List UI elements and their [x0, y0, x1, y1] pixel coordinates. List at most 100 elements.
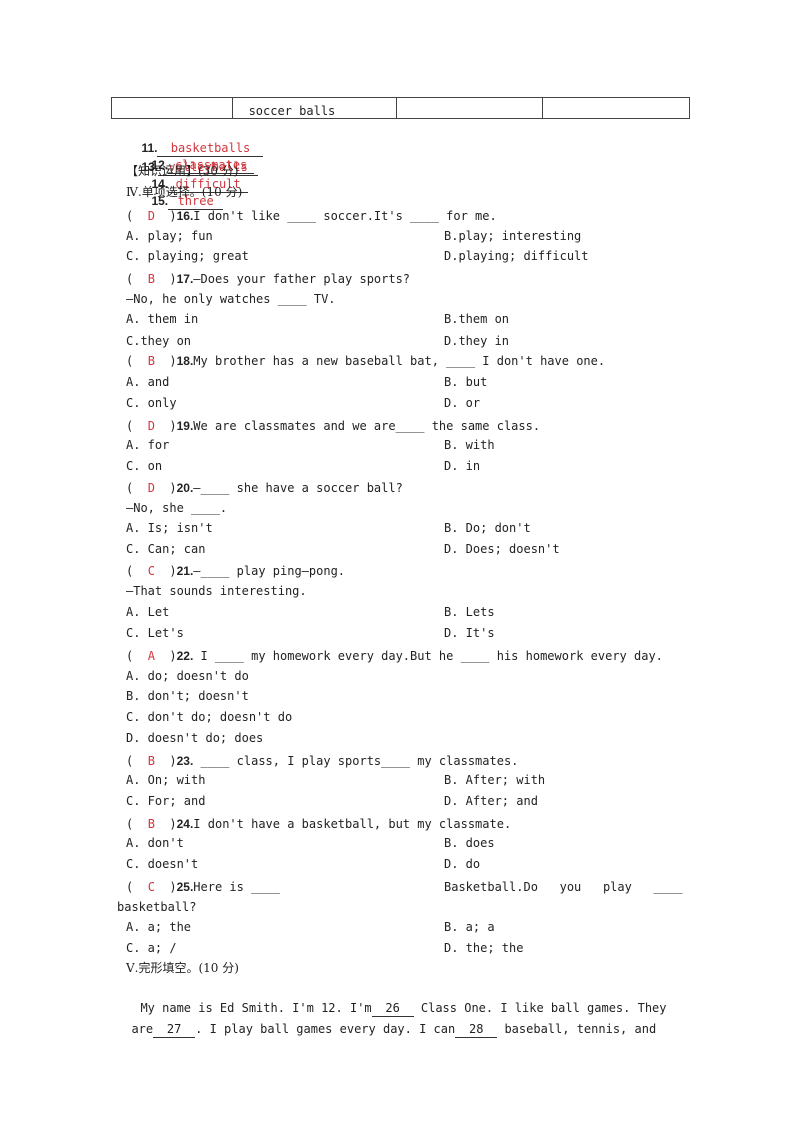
paren-close: ) [154, 817, 177, 831]
answer-option: B. does [444, 836, 495, 850]
question-text: ____ class, I play sports____ my classma… [193, 754, 519, 768]
answer-option: C. don't do; doesn't do [126, 710, 293, 724]
question-stem: ( D )16.I don't like ____ soccer.It's __… [126, 208, 497, 224]
paren-close: ) [154, 481, 177, 495]
cloze-blank-27: 27 [153, 1021, 196, 1038]
answer-letter: C [147, 880, 155, 894]
answer-option: C. doesn't [126, 857, 199, 871]
answer-option: D. After; and [444, 794, 538, 808]
question-text: Here is ____ [193, 880, 280, 894]
question-text-cont: Basketball.Do you play ____ [444, 880, 683, 894]
paren-open: ( [126, 354, 148, 368]
cloze-text: are [131, 1022, 154, 1036]
paren-close: ) [154, 419, 177, 433]
paren-close: ) [154, 272, 177, 286]
question-number: 19. [176, 419, 194, 433]
question-stem: ( C )25.Here is ____ [126, 879, 280, 895]
question-number: 20. [176, 481, 194, 495]
paren-open: ( [126, 209, 148, 223]
table-cell [542, 97, 690, 119]
question-text: My brother has a new baseball bat, ____ … [193, 354, 606, 368]
answer-option: C. Let's [126, 626, 184, 640]
answer-letter: C [147, 564, 155, 578]
answer-option: C. only [126, 396, 177, 410]
answer-option: A. Is; isn't [126, 521, 213, 535]
paren-close: ) [154, 564, 177, 578]
paren-open: ( [126, 754, 148, 768]
question-stem: ( D )20.—____ she have a soccer ball? [126, 480, 403, 496]
paren-open: ( [126, 419, 148, 433]
question-text-line2: basketball? [117, 900, 197, 914]
answer-option: B. After; with [444, 773, 546, 787]
question-number: 24. [176, 817, 194, 831]
answer-option: D. the; the [444, 941, 524, 955]
question-text: I don't have a basketball, but my classm… [193, 817, 512, 831]
cloze-text: . I play ball games every day. I can [195, 1022, 456, 1036]
answer-option: A. do; doesn't do [126, 669, 249, 683]
question-stem: ( B )18.My brother has a new baseball ba… [126, 353, 605, 369]
answer-letter: D [147, 209, 155, 223]
paren-close: ) [154, 754, 177, 768]
question-text-line2: —That sounds interesting. [126, 584, 307, 598]
answer-option: A. don't [126, 836, 184, 850]
paren-open: ( [126, 272, 148, 286]
question-number: 16. [176, 209, 194, 223]
question-stem: ( B )24.I don't have a basketball, but m… [126, 816, 511, 832]
paren-open: ( [126, 649, 148, 663]
table-cell [395, 97, 544, 119]
question-number: 23. [176, 754, 194, 768]
answer-option: B.play; interesting [444, 229, 582, 243]
answer-option: B. but [444, 375, 488, 389]
answer-option: C. For; and [126, 794, 206, 808]
answer-option: C. Can; can [126, 542, 206, 556]
answer-option: C. on [126, 459, 163, 473]
answer-option: B. don't; doesn't [126, 689, 249, 703]
answer-option: C.they on [126, 334, 192, 348]
question-text-line2: —No, she ____. [126, 501, 228, 515]
question-number: 21. [176, 564, 194, 578]
question-text: —____ play ping—pong. [193, 564, 346, 578]
question-stem: ( B )23. ____ class, I play sports____ m… [126, 753, 518, 769]
question-text: We are classmates and we are____ the sam… [193, 419, 541, 433]
answer-option: A. for [126, 438, 170, 452]
answer-letter: D [147, 419, 155, 433]
answer-option: B. with [444, 438, 495, 452]
question-stem: ( D )19.We are classmates and we are____… [126, 418, 540, 434]
question-text-line2: —No, he only watches ____ TV. [126, 292, 336, 306]
section-heading-knowledge: 【知识运用】(30 分) [126, 164, 239, 178]
answer-option: B. Lets [444, 605, 495, 619]
answer-option: D. in [444, 459, 481, 473]
question-number: 25. [176, 880, 194, 894]
answer-option: D. do [444, 857, 481, 871]
answer-option: C. a; / [126, 941, 177, 955]
paren-close: ) [154, 880, 177, 894]
cloze-line-2: are 27. I play ball games every day. I ca… [117, 1005, 656, 1038]
paren-open: ( [126, 880, 148, 894]
paren-close: ) [154, 354, 177, 368]
answer-option: A. On; with [126, 773, 206, 787]
cloze-blank-28: 28 [455, 1021, 498, 1038]
answer-letter: B [147, 754, 155, 768]
answer-option: D.playing; difficult [444, 249, 589, 263]
question-number: 17. [176, 272, 194, 286]
answer-option: B. a; a [444, 920, 495, 934]
paren-open: ( [126, 481, 148, 495]
section-heading-v: Ⅴ.完形填空。(10 分) [126, 961, 239, 975]
answer-option: D.they in [444, 334, 510, 348]
answer-option: D. It's [444, 626, 495, 640]
table-cell: soccer balls [231, 97, 397, 119]
question-text: I don't like ____ soccer.It's ____ for m… [193, 209, 497, 223]
answer-option: A. play; fun [126, 229, 213, 243]
answer-option: C. playing; great [126, 249, 249, 263]
answer-letter: B [147, 272, 155, 286]
answer-letter: B [147, 817, 155, 831]
cloze-text: baseball, tennis, and [497, 1022, 657, 1036]
answer-option: A. and [126, 375, 170, 389]
paren-open: ( [126, 564, 148, 578]
answer-option: D. Does; doesn't [444, 542, 560, 556]
question-text: —Does your father play sports? [193, 272, 411, 286]
question-stem: ( C )21.—____ play ping—pong. [126, 563, 345, 579]
answer-option: A. a; the [126, 920, 192, 934]
question-text: —____ she have a soccer ball? [193, 481, 403, 495]
answer-option: B. Do; don't [444, 521, 531, 535]
